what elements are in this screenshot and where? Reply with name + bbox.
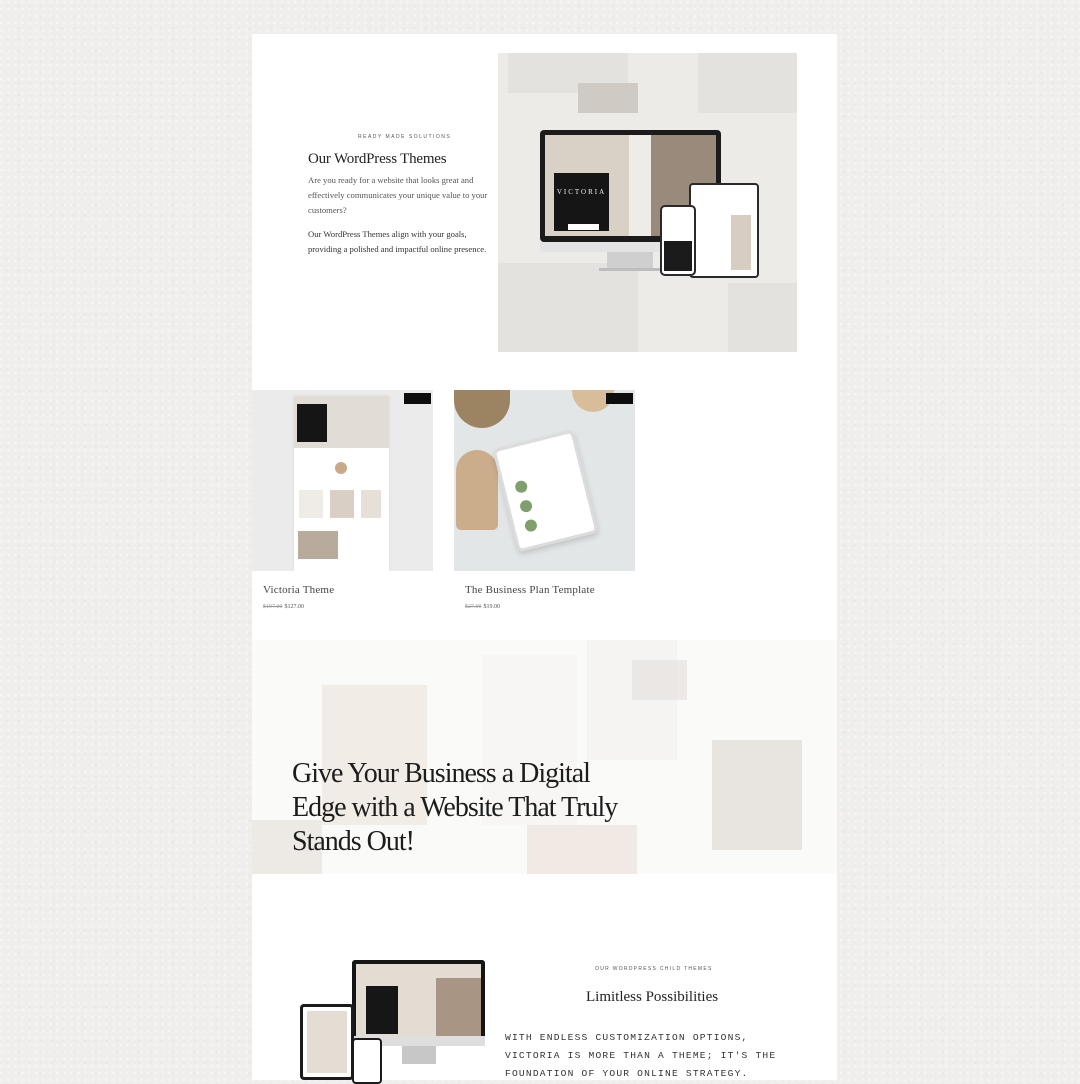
product-price: $27.00 $19.00	[465, 604, 635, 610]
devices-mockup-image	[300, 960, 490, 1084]
intro-paragraph: Are you ready for a website that looks g…	[308, 175, 488, 215]
product-card[interactable]: The Business Plan Template $27.00 $19.00	[454, 390, 635, 610]
product-old-price: $27.00	[465, 604, 482, 610]
product-sale-price: $127.00	[284, 604, 305, 610]
device-mockup-image: VICTORIA	[498, 53, 797, 352]
tablet-mockup	[689, 183, 759, 278]
product-badge	[404, 393, 431, 404]
section-title: Our WordPress Themes	[308, 151, 447, 167]
background-card	[498, 263, 638, 352]
phone-mockup	[660, 205, 696, 276]
product-old-price: $197.00	[263, 604, 283, 610]
section-eyebrow: OUR WORDPRESS CHILD THEMES	[595, 966, 713, 972]
intro-paragraph-secondary: Our WordPress Themes align with your goa…	[308, 229, 487, 254]
product-price: $197.00 $127.00	[263, 604, 433, 610]
product-sale-price: $19.00	[483, 604, 501, 610]
background-card	[728, 283, 797, 352]
mockup-brand-text: VICTORIA	[556, 188, 607, 196]
section-eyebrow: READY MADE SOLUTIONS	[358, 134, 452, 140]
product-name[interactable]: The Business Plan Template	[465, 584, 635, 596]
section-title: Limitless Possibilities	[586, 989, 719, 1005]
product-card[interactable]: Victoria Theme $197.00 $127.00	[252, 390, 433, 610]
product-image[interactable]	[252, 390, 433, 571]
background-card	[578, 83, 638, 113]
product-badge	[606, 393, 633, 404]
banner-headline: Give Your Business a Digital Edge with a…	[292, 758, 618, 857]
section-body: WITH ENDLESS CUSTOMIZATION OPTIONS, VICT…	[505, 1032, 777, 1079]
product-name[interactable]: Victoria Theme	[263, 584, 433, 596]
background-card	[698, 53, 797, 113]
product-image[interactable]	[454, 390, 635, 571]
